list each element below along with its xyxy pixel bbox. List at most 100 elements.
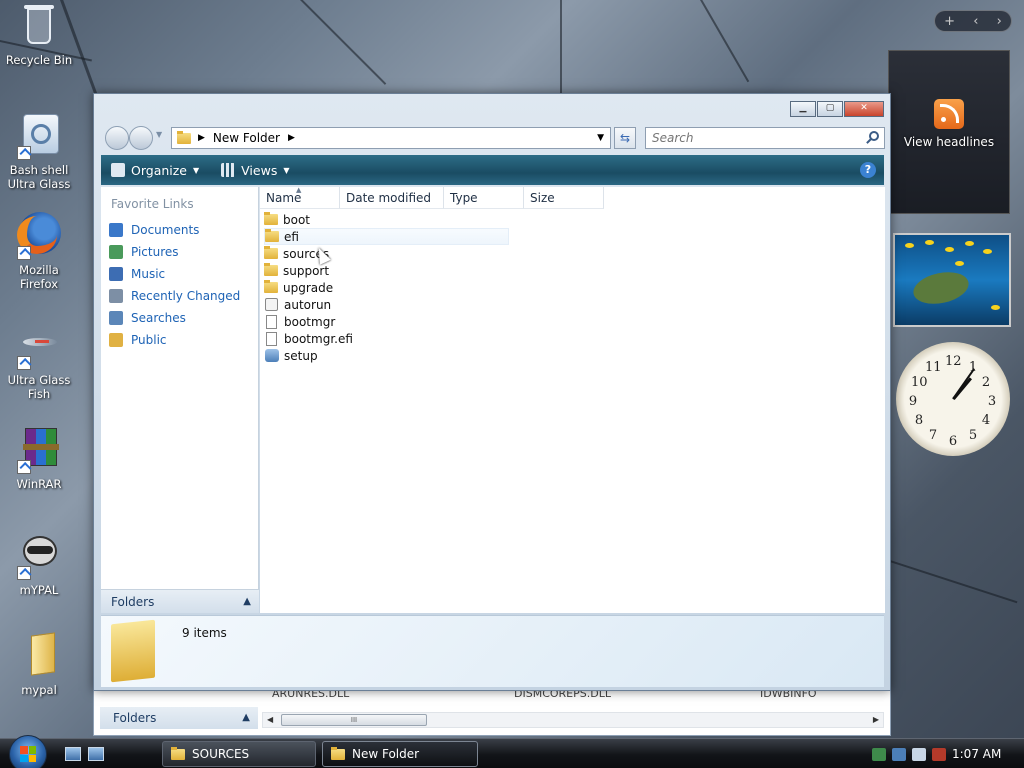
raccoon-icon <box>15 532 63 580</box>
item-count: 9 items <box>182 626 227 640</box>
file-name: boot <box>283 212 311 227</box>
file-list[interactable]: Name ▲ Date modified Type Size boot efi … <box>260 186 885 613</box>
favorite-link-searches[interactable]: Searches <box>109 309 186 327</box>
file-row-bootmgr-efi[interactable]: bootmgr.efi <box>264 330 509 347</box>
previous-gadget-icon[interactable]: ‹ <box>973 14 978 29</box>
folders-toggle[interactable]: Folders ▲ <box>100 707 258 729</box>
forward-button[interactable] <box>129 126 153 150</box>
folders-toggle[interactable]: Folders ▲ <box>101 589 259 613</box>
chevron-down-icon: ▼ <box>193 165 200 175</box>
favorite-link-label: Music <box>131 267 166 281</box>
favorite-link-music[interactable]: Music <box>109 265 165 283</box>
file-row-upgrade[interactable]: upgrade <box>264 279 509 296</box>
search-icon[interactable] <box>869 131 879 141</box>
clock-gadget[interactable]: 12 1 2 3 4 5 6 7 8 9 10 11 <box>896 342 1010 456</box>
file-row-setup[interactable]: setup <box>264 347 509 364</box>
start-button[interactable] <box>9 735 47 768</box>
folder-icon <box>264 246 278 259</box>
desktop-icon-firefox[interactable]: Mozilla Firefox <box>1 212 77 291</box>
folder-icon <box>264 212 278 225</box>
next-gadget-icon[interactable]: › <box>997 14 1002 29</box>
recently-changed-icon <box>109 289 123 303</box>
scroll-left-icon[interactable]: ◀ <box>267 713 273 727</box>
folders-label: Folders <box>111 595 155 609</box>
favorite-link-public[interactable]: Public <box>109 331 167 349</box>
file-row-sources[interactable]: sources <box>264 245 509 262</box>
file-name: efi <box>284 229 299 244</box>
maximize-button[interactable]: ▢ <box>817 101 843 117</box>
public-folder-icon <box>109 333 123 347</box>
desktop-icon-mypal-folder[interactable]: mypal <box>1 632 77 697</box>
background-explorer-window[interactable]: ARUNRES.DLL DISMCOREPS.DLL IDWBINFO Fold… <box>93 684 891 736</box>
address-bar[interactable]: ▶ New Folder ▶ ▼ <box>171 127 611 149</box>
favorite-links-heading: Favorite Links <box>111 197 194 211</box>
fish-shape <box>983 249 992 254</box>
explorer-window[interactable]: ▁ ▢ ✕ ▼ ▶ New Folder ▶ ▼ ⇆ Organize ▼ Vi… <box>93 93 891 691</box>
feed-label: View headlines <box>903 135 995 149</box>
taskbar-button-sources[interactable]: SOURCES <box>162 741 316 767</box>
file-row-autorun[interactable]: autorun <box>264 296 509 313</box>
column-header-name[interactable]: Name ▲ <box>260 186 340 209</box>
add-gadget-icon[interactable]: + <box>944 14 955 29</box>
fish-shape <box>965 241 974 246</box>
clock-number: 9 <box>908 394 918 409</box>
desktop-icon-mypal-app[interactable]: mYPAL <box>1 532 77 597</box>
switch-windows-icon[interactable] <box>88 747 104 761</box>
breadcrumb-chevron-icon[interactable]: ▶ <box>198 133 205 143</box>
folder-icon <box>331 746 345 760</box>
favorite-link-recently-changed[interactable]: Recently Changed <box>109 287 240 305</box>
network-icon[interactable] <box>912 747 926 761</box>
clock-number: 11 <box>925 360 942 375</box>
views-button[interactable]: Views ▼ <box>221 163 290 178</box>
horizontal-scrollbar[interactable]: ◀ III ▶ <box>262 712 884 728</box>
desktop-icon-ultra-glass-fish[interactable]: Ultra Glass Fish <box>1 322 77 401</box>
system-tray: 1:07 AM <box>872 741 1022 767</box>
help-button[interactable]: ? <box>860 162 876 178</box>
scroll-right-icon[interactable]: ▶ <box>873 713 879 727</box>
desktop-icon-label: Recycle Bin <box>5 53 73 67</box>
scrollbar-thumb[interactable]: III <box>281 714 427 726</box>
turtle-shape <box>910 267 972 309</box>
refresh-button[interactable]: ⇆ <box>614 127 636 149</box>
feed-headlines-gadget[interactable]: View headlines <box>888 50 1010 214</box>
desktop-icon-recycle-bin[interactable]: Recycle Bin <box>1 2 77 67</box>
organize-button[interactable]: Organize ▼ <box>111 163 199 178</box>
favorite-link-documents[interactable]: Documents <box>109 221 199 239</box>
file-row-bootmgr[interactable]: bootmgr <box>264 313 509 330</box>
address-dropdown-icon[interactable]: ▼ <box>597 133 604 143</box>
column-header-type[interactable]: Type <box>444 187 524 209</box>
back-button[interactable] <box>105 126 129 150</box>
wallpaper-line <box>700 0 750 83</box>
column-header-size[interactable]: Size <box>524 187 604 209</box>
desktop-icon-winrar[interactable]: WinRAR <box>1 426 77 491</box>
file-row-boot[interactable]: boot <box>264 211 509 228</box>
search-box[interactable] <box>645 127 885 149</box>
shortcut-arrow-icon <box>17 566 31 580</box>
volume-muted-icon[interactable] <box>932 747 946 761</box>
column-header-date-modified[interactable]: Date modified <box>340 187 444 209</box>
navigation-pane: Favorite Links Documents Pictures Music … <box>101 187 259 613</box>
minimize-button[interactable]: ▁ <box>790 101 816 117</box>
shortcut-arrow-icon <box>17 356 31 370</box>
show-desktop-icon[interactable] <box>65 747 81 761</box>
desktop-icon-label: mypal <box>21 683 57 697</box>
close-button[interactable]: ✕ <box>844 101 884 117</box>
recycle-bin-icon <box>15 2 63 50</box>
shortcut-arrow-icon <box>17 460 31 474</box>
breadcrumb-current[interactable]: New Folder <box>213 131 280 145</box>
desktop-icon-bash-shell[interactable]: Bash shell Ultra Glass <box>1 112 77 191</box>
recent-pages-icon[interactable]: ▼ <box>156 130 162 139</box>
tray-app-icon[interactable] <box>892 747 906 761</box>
taskbar-button-new-folder[interactable]: New Folder <box>322 741 478 767</box>
search-input[interactable] <box>652 128 862 148</box>
tray-app-icon[interactable] <box>872 747 886 761</box>
favorite-link-pictures[interactable]: Pictures <box>109 243 179 261</box>
slideshow-gadget[interactable] <box>893 233 1011 327</box>
column-header-label: Date modified <box>346 191 432 205</box>
file-row-support[interactable]: support <box>264 262 509 279</box>
fish-shape <box>905 243 914 248</box>
breadcrumb-chevron-icon[interactable]: ▶ <box>288 133 295 143</box>
clock-number: 5 <box>968 428 978 443</box>
taskbar-clock[interactable]: 1:07 AM <box>952 747 1001 761</box>
file-row-efi[interactable]: efi <box>264 228 509 245</box>
